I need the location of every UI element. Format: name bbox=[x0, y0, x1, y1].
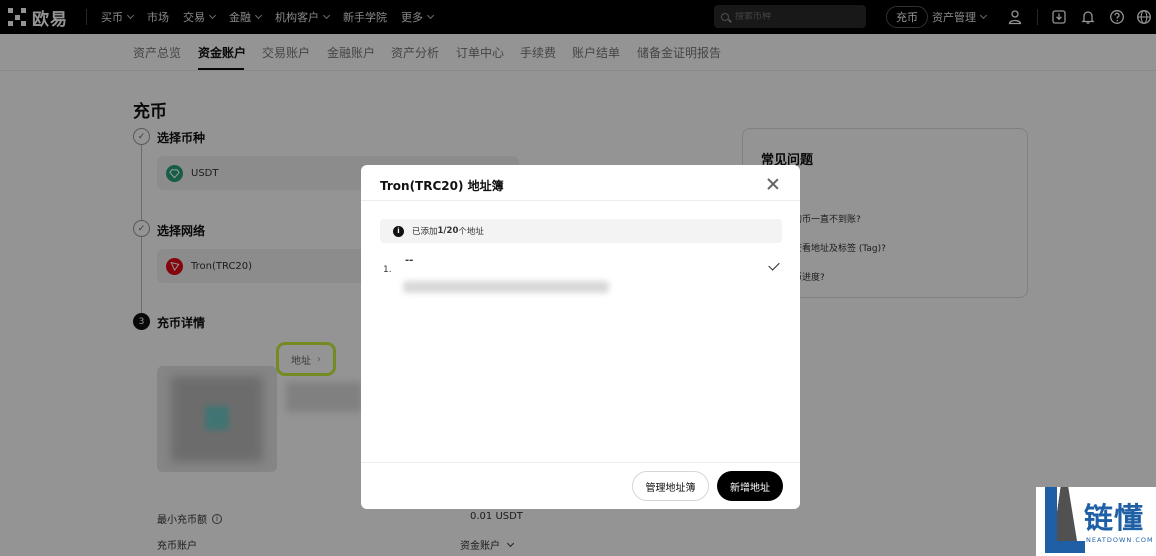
address-book-modal: Tron(TRC20) 地址簿 i 已添加 1/20 个地址 1. -- 管理地… bbox=[361, 165, 800, 509]
manage-address-book-button[interactable]: 管理地址簿 bbox=[632, 471, 709, 501]
watermark-text: 链懂 bbox=[1084, 501, 1145, 535]
watermark-domain: NEATDOWN.COM bbox=[1086, 536, 1154, 544]
entry-address-blurred bbox=[403, 281, 609, 293]
notice-suffix: 个地址 bbox=[458, 227, 484, 237]
modal-divider bbox=[361, 200, 800, 201]
entry-label: -- bbox=[405, 255, 414, 266]
watermark-logo-shape bbox=[1052, 487, 1086, 547]
info-icon: i bbox=[393, 225, 404, 237]
address-count-notice: i 已添加 1/20 个地址 bbox=[380, 219, 782, 243]
modal-title: Tron(TRC20) 地址簿 bbox=[380, 179, 504, 193]
modal-footer-divider bbox=[361, 462, 800, 463]
site-watermark: 链懂 NEATDOWN.COM bbox=[1036, 487, 1156, 556]
notice-count: 1/20 bbox=[437, 226, 459, 236]
add-address-button[interactable]: 新增地址 bbox=[717, 471, 783, 501]
entry-index: 1. bbox=[383, 265, 392, 275]
notice-prefix: 已添加 bbox=[412, 227, 438, 237]
close-icon[interactable] bbox=[766, 177, 780, 191]
watermark-logo-bar bbox=[1045, 541, 1085, 553]
check-icon bbox=[768, 259, 780, 271]
